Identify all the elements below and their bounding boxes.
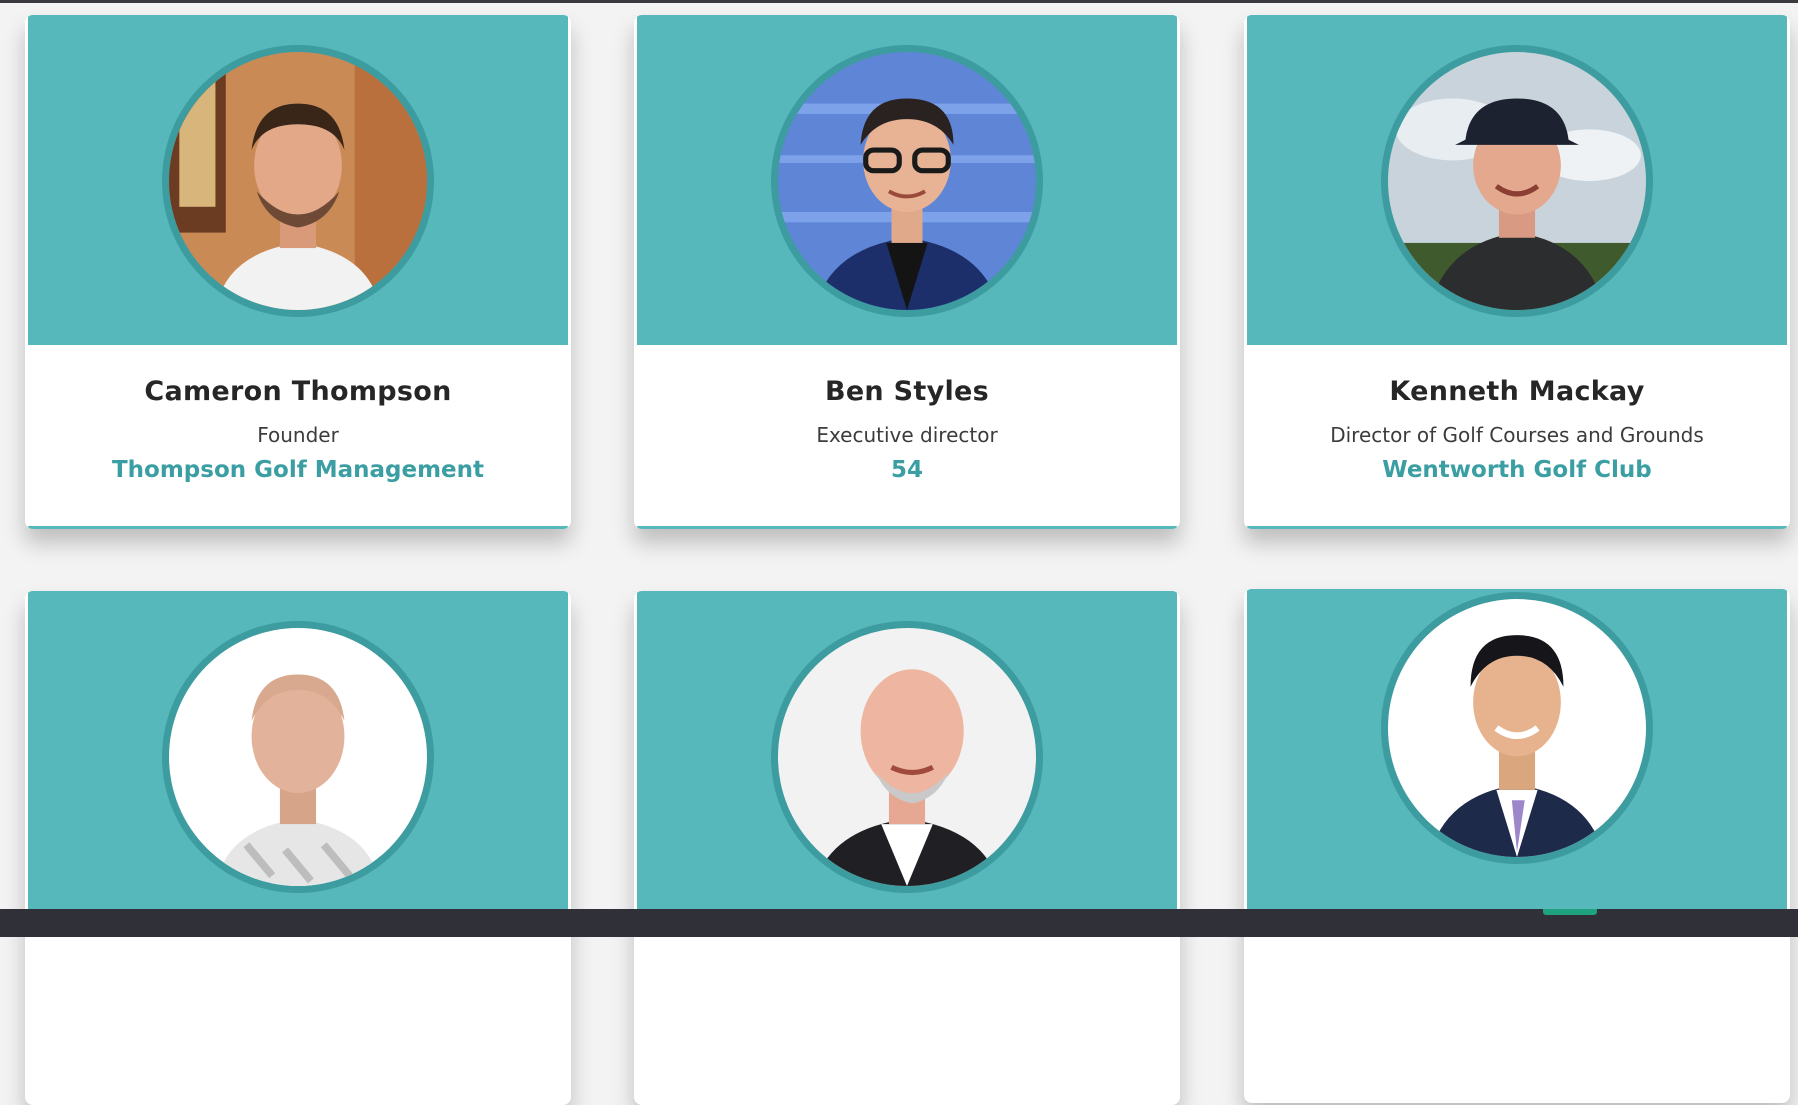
avatar bbox=[771, 45, 1043, 317]
speaker-photo bbox=[778, 628, 1036, 886]
speaker-info: Kenneth Mackay Director of Golf Courses … bbox=[1244, 345, 1790, 483]
card-banner bbox=[1247, 15, 1787, 345]
speaker-card[interactable] bbox=[1244, 589, 1790, 1103]
speaker-photo bbox=[1388, 599, 1646, 857]
speaker-role: Director of Golf Courses and Grounds bbox=[1330, 423, 1704, 447]
card-bottom-accent bbox=[28, 526, 568, 529]
speaker-card[interactable] bbox=[25, 591, 571, 1105]
speaker-card[interactable] bbox=[634, 591, 1180, 1105]
card-bottom-accent bbox=[637, 526, 1177, 529]
card-banner bbox=[28, 15, 568, 345]
speaker-photo bbox=[169, 52, 427, 310]
speaker-photo bbox=[778, 52, 1036, 310]
speaker-name: Cameron Thompson bbox=[144, 376, 452, 407]
top-border bbox=[0, 0, 1798, 3]
speaker-company[interactable]: Thompson Golf Management bbox=[25, 457, 571, 483]
card-banner bbox=[637, 591, 1177, 921]
speaker-card[interactable]: Ben Styles Executive director 54 bbox=[634, 15, 1180, 529]
footer-accent-tab[interactable] bbox=[1543, 909, 1597, 915]
footer-bar bbox=[0, 909, 1798, 937]
card-banner bbox=[637, 15, 1177, 345]
speaker-name: Kenneth Mackay bbox=[1389, 376, 1645, 407]
avatar bbox=[162, 45, 434, 317]
speaker-info: Ben Styles Executive director 54 bbox=[634, 345, 1180, 483]
avatar bbox=[1381, 45, 1653, 317]
card-banner bbox=[28, 591, 568, 921]
speaker-role: Founder bbox=[257, 423, 339, 447]
speaker-info: Cameron Thompson Founder Thompson Golf M… bbox=[25, 345, 571, 483]
speaker-company[interactable]: Wentworth Golf Club bbox=[1244, 457, 1790, 483]
speaker-name: Ben Styles bbox=[824, 376, 990, 407]
card-bottom-accent bbox=[1247, 526, 1787, 529]
card-banner bbox=[1247, 589, 1787, 919]
avatar bbox=[1381, 592, 1653, 864]
speaker-card[interactable]: Kenneth Mackay Director of Golf Courses … bbox=[1244, 15, 1790, 529]
speaker-photo bbox=[1388, 52, 1646, 310]
avatar bbox=[162, 621, 434, 893]
speaker-company[interactable]: 54 bbox=[634, 457, 1180, 483]
speaker-role: Executive director bbox=[816, 423, 998, 447]
speaker-card[interactable]: Cameron Thompson Founder Thompson Golf M… bbox=[25, 15, 571, 529]
avatar bbox=[771, 621, 1043, 893]
speaker-photo bbox=[169, 628, 427, 886]
